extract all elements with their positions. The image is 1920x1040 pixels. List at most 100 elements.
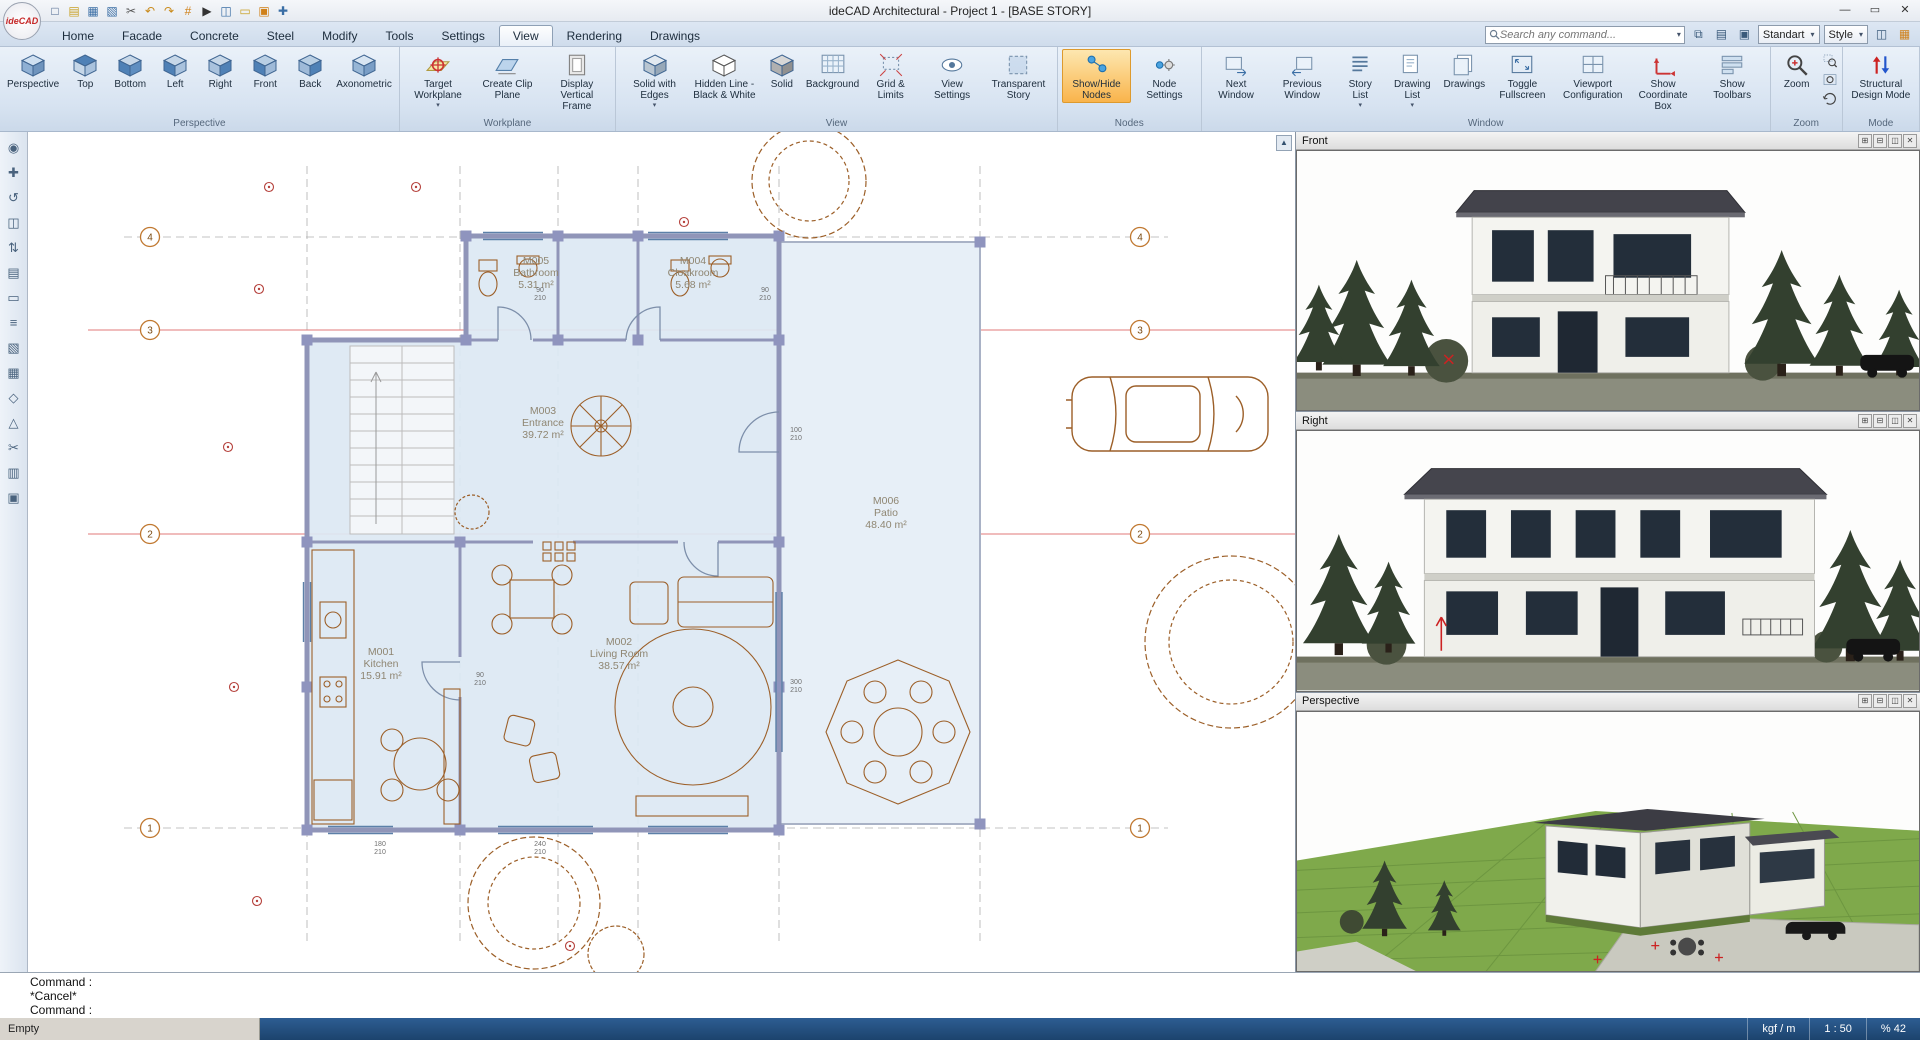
select-arrow-icon[interactable]: ▶	[198, 2, 216, 20]
style-selector[interactable]: Style ▾	[1824, 25, 1868, 44]
trim-tool-icon[interactable]: ✂	[3, 436, 25, 458]
app-logo[interactable]: ideCAD	[3, 2, 41, 40]
ribbon-button-top[interactable]: Top	[63, 49, 107, 92]
info-icon[interactable]: ✚	[274, 2, 292, 20]
viewport-restore-icon[interactable]: ⊟	[1873, 134, 1887, 148]
ribbon-button-target-workplane[interactable]: Target Workplane▾	[404, 49, 472, 111]
viewport-maximize-icon[interactable]: ⊞	[1858, 694, 1872, 708]
tab-facade[interactable]: Facade	[108, 25, 176, 46]
zoom-window-icon[interactable]	[1820, 51, 1838, 69]
move-tool-icon[interactable]: ✚	[3, 161, 25, 183]
zoom-previous-icon[interactable]	[1820, 89, 1838, 107]
viewport-front[interactable]: Front ⊞ ⊟ ◫ ✕	[1296, 132, 1920, 412]
ribbon-button-right[interactable]: Right	[198, 49, 242, 92]
viewport-right[interactable]: Right ⊞ ⊟ ◫ ✕	[1296, 412, 1920, 692]
ribbon-button-view-settings[interactable]: View Settings	[921, 49, 983, 103]
cut-icon[interactable]: ✂	[122, 2, 140, 20]
ribbon-button-viewport-configuration[interactable]: Viewport Configuration	[1558, 49, 1627, 103]
status-zoom[interactable]: % 42	[1866, 1018, 1920, 1040]
ribbon-button-create-clip-plane[interactable]: Create Clip Plane	[473, 49, 541, 103]
tab-settings[interactable]: Settings	[427, 25, 498, 46]
viewport-split-icon[interactable]: ◫	[1888, 134, 1902, 148]
floor-plan-drawing[interactable]: 44332211M005Bathroom5.31 m²M004Cloakroom…	[28, 132, 1295, 972]
material-palette-icon[interactable]: ▦	[1895, 25, 1914, 44]
ribbon-button-next-window[interactable]: Next Window	[1206, 49, 1267, 103]
offset-tool-icon[interactable]: ⇅	[3, 236, 25, 258]
node-tool-icon[interactable]: △	[3, 411, 25, 433]
perspective-view-render[interactable]	[1296, 711, 1920, 972]
ribbon-button-back[interactable]: Back	[288, 49, 332, 92]
tab-drawings[interactable]: Drawings	[636, 25, 714, 46]
viewport-perspective[interactable]: Perspective ⊞ ⊟ ◫ ✕	[1296, 693, 1920, 972]
tab-steel[interactable]: Steel	[253, 25, 308, 46]
front-view-render[interactable]	[1296, 150, 1920, 411]
ribbon-button-show-coordinate-box[interactable]: Show Coordinate Box	[1628, 49, 1697, 114]
save-icon[interactable]: ▦	[84, 2, 102, 20]
select-tool-icon[interactable]: ◉	[3, 136, 25, 158]
layers-icon[interactable]: ◫	[217, 2, 235, 20]
dimension-tool-icon[interactable]: ▭	[3, 286, 25, 308]
tab-rendering[interactable]: Rendering	[553, 25, 636, 46]
ribbon-button-transparent-story[interactable]: Transparent Story	[984, 49, 1053, 103]
ribbon-button-toggle-fullscreen[interactable]: Toggle Fullscreen	[1488, 49, 1557, 103]
tab-home[interactable]: Home	[48, 25, 108, 46]
open-file-icon[interactable]: ▤	[65, 2, 83, 20]
standard-selector[interactable]: Standart ▾	[1758, 25, 1820, 44]
mirror-tool-icon[interactable]: ◫	[3, 211, 25, 233]
maximize-button[interactable]: ▭	[1860, 0, 1890, 21]
ribbon-button-hidden-line-black-white[interactable]: Hidden Line - Black & White	[690, 49, 759, 103]
tab-tools[interactable]: Tools	[371, 25, 427, 46]
ribbon-button-structural-design-mode[interactable]: Structural Design Mode	[1847, 49, 1915, 103]
snap-tool-icon[interactable]: ▣	[3, 486, 25, 508]
ribbon-button-show-toolbars[interactable]: Show Toolbars	[1699, 49, 1766, 103]
viewport-maximize-icon[interactable]: ⊞	[1858, 414, 1872, 428]
plan-canvas[interactable]: 44332211M005Bathroom5.31 m²M004Cloakroom…	[28, 132, 1295, 972]
zoom-extents-icon[interactable]	[1820, 70, 1838, 88]
render-style-icon[interactable]: ◫	[1872, 25, 1891, 44]
undo-icon[interactable]: ↶	[141, 2, 159, 20]
close-grid-icon[interactable]: ▣	[1735, 25, 1754, 44]
minimize-button[interactable]: —	[1830, 0, 1860, 21]
tab-view[interactable]: View	[499, 25, 553, 46]
ribbon-button-display-vertical-frame[interactable]: Display Vertical Frame	[543, 49, 611, 114]
new-file-icon[interactable]: □	[46, 2, 64, 20]
grid-snap-icon[interactable]: #	[179, 2, 197, 20]
measure-icon[interactable]: ▭	[236, 2, 254, 20]
hatch-tool-icon[interactable]: ▧	[3, 336, 25, 358]
viewport-restore-icon[interactable]: ⊟	[1873, 414, 1887, 428]
command-panel[interactable]: Command :*Cancel*Command :	[0, 972, 1920, 1018]
close-button[interactable]: ✕	[1890, 0, 1920, 21]
ribbon-button-grid-limits[interactable]: Grid & Limits	[861, 49, 920, 103]
viewport-restore-icon[interactable]: ⊟	[1873, 694, 1887, 708]
ribbon-button-perspective[interactable]: Perspective	[4, 49, 62, 92]
ribbon-button-show-hide-nodes[interactable]: Show/Hide Nodes	[1062, 49, 1131, 103]
ribbon-button-front[interactable]: Front	[243, 49, 287, 92]
tab-modify[interactable]: Modify	[308, 25, 371, 46]
rotate-tool-icon[interactable]: ↺	[3, 186, 25, 208]
ribbon-button-drawing-list[interactable]: Drawing List▾	[1384, 49, 1441, 111]
viewport-split-icon[interactable]: ◫	[1888, 414, 1902, 428]
library-icon[interactable]: ▤	[3, 261, 25, 283]
text-tool-icon[interactable]: ≡	[3, 311, 25, 333]
tab-concrete[interactable]: Concrete	[176, 25, 253, 46]
ribbon-button-background[interactable]: Background	[805, 49, 860, 92]
status-scale[interactable]: 1 : 50	[1809, 1018, 1866, 1040]
ribbon-button-bottom[interactable]: Bottom	[108, 49, 152, 92]
search-input[interactable]	[1500, 29, 1677, 41]
viewport-close-icon[interactable]: ✕	[1903, 694, 1917, 708]
viewport-close-icon[interactable]: ✕	[1903, 414, 1917, 428]
ribbon-button-previous-window[interactable]: Previous Window	[1268, 49, 1337, 103]
ribbon-button-drawings[interactable]: Drawings	[1442, 49, 1487, 92]
ribbon-button-story-list[interactable]: Story List▾	[1338, 49, 1383, 111]
layer-state-icon[interactable]: ▤	[1712, 25, 1731, 44]
canvas-corner-button[interactable]: ▲	[1276, 135, 1292, 151]
ribbon-button-left[interactable]: Left	[153, 49, 197, 92]
command-search[interactable]: ▾	[1485, 26, 1685, 44]
layer-tool-icon[interactable]: ▥	[3, 461, 25, 483]
ribbon-button-node-settings[interactable]: Node Settings	[1132, 49, 1196, 103]
viewport-maximize-icon[interactable]: ⊞	[1858, 134, 1872, 148]
ribbon-button-solid[interactable]: Solid	[760, 49, 804, 92]
region-tool-icon[interactable]: ▦	[3, 361, 25, 383]
polyline-tool-icon[interactable]: ◇	[3, 386, 25, 408]
save-all-icon[interactable]: ▧	[103, 2, 121, 20]
